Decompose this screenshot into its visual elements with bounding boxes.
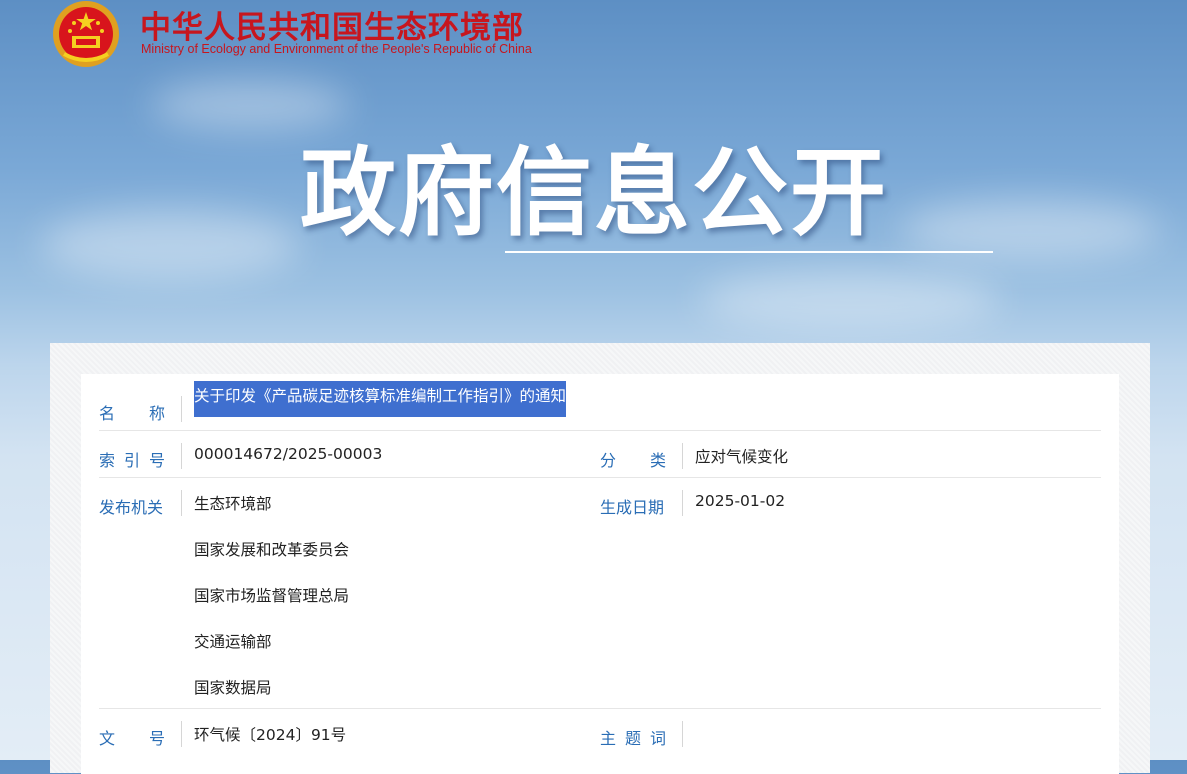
publisher-item: 交通运输部 — [194, 633, 272, 651]
row-index: 索引号 000014672/2025-00003 分类 应对气候变化 — [99, 431, 1101, 478]
national-emblem-icon — [50, 0, 122, 70]
field-index-no-value: 000014672/2025-00003 — [194, 445, 383, 463]
row-doc-no: 文号 环气候〔2024〕91号 主题词 — [99, 709, 1101, 759]
label-keywords: 主题词 — [600, 729, 666, 748]
label-divider — [181, 490, 182, 516]
row-publisher: 发布机关 生态环境部 国家发展和改革委员会 国家市场监督管理总局 交通运输部 国… — [99, 478, 1101, 709]
hero-title: 政府信息公开 — [300, 137, 888, 249]
label-index-no: 索引号 — [99, 451, 165, 470]
field-category-value: 应对气候变化 — [695, 448, 789, 466]
label-category: 分类 — [600, 451, 666, 470]
ministry-name-cn: 中华人民共和国生态环境部 — [140, 10, 524, 46]
label-publisher: 发布机关 — [99, 498, 164, 517]
publisher-item: 国家市场监督管理总局 — [194, 587, 350, 605]
publisher-item: 国家发展和改革委员会 — [194, 541, 350, 559]
label-date: 生成日期 — [600, 498, 665, 517]
field-name-value[interactable]: 关于印发《产品碳足迹核算标准编制工作指引》的通知 — [194, 381, 567, 417]
selected-title[interactable]: 关于印发《产品碳足迹核算标准编制工作指引》的通知 — [194, 381, 567, 417]
label-divider — [181, 443, 182, 469]
publisher-item: 生态环境部 — [194, 495, 272, 513]
ministry-name-en: Ministry of Ecology and Environment of t… — [141, 42, 532, 56]
hero-underline — [505, 251, 993, 253]
label-divider — [682, 490, 683, 516]
row-name: 名称 关于印发《产品碳足迹核算标准编制工作指引》的通知 — [99, 381, 1101, 431]
label-divider — [682, 721, 683, 747]
field-doc-no-value: 环气候〔2024〕91号 — [194, 726, 347, 744]
label-name: 名称 — [99, 404, 165, 423]
label-doc-no: 文号 — [99, 729, 165, 748]
publisher-item: 国家数据局 — [194, 679, 272, 697]
label-divider — [181, 721, 182, 747]
label-divider — [682, 443, 683, 469]
field-date-value: 2025-01-02 — [695, 492, 786, 510]
label-divider — [181, 396, 182, 422]
